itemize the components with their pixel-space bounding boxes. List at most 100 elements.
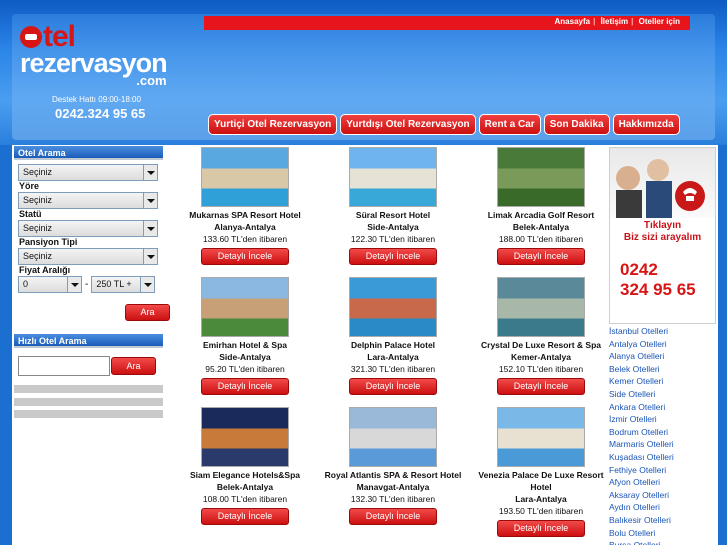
price-max-value: 250 TL + (96, 279, 132, 289)
hotel-photo[interactable] (201, 407, 289, 467)
price-max-select[interactable]: 250 TL + (91, 276, 156, 293)
city-link[interactable]: Antalya Otelleri (609, 338, 716, 351)
city-link[interactable]: İzmir Otelleri (609, 413, 716, 426)
call-center-image (610, 148, 715, 218)
details-button[interactable]: Detaylı İncele (497, 520, 585, 537)
nav-international-hotels[interactable]: Yurtdışı Otel Rezervasyon (340, 114, 476, 135)
city-link[interactable]: Bursa Otelleri (609, 539, 716, 545)
details-button[interactable]: Detaylı İncele (349, 378, 437, 395)
city-link[interactable]: Belek Otelleri (609, 363, 716, 376)
city-link[interactable]: Bodrum Otelleri (609, 426, 716, 439)
city-link[interactable]: Alanya Otelleri (609, 350, 716, 363)
hotel-location: Lara-Antalya (515, 494, 567, 504)
quick-search-button[interactable]: Ara (111, 357, 156, 375)
hotel-name[interactable]: Mukarnas SPA Resort Hotel (172, 209, 318, 221)
nav-last-minute[interactable]: Son Dakika (543, 114, 610, 135)
city-link[interactable]: Aksaray Otelleri (609, 489, 716, 502)
hotel-location: Belek-Antalya (512, 222, 570, 232)
hotel-price: 321.30 TL'den itibaren (350, 364, 436, 374)
city-link[interactable]: Ankara Otelleri (609, 401, 716, 414)
hotel-location: Kemer-Antalya (511, 352, 571, 362)
city-link[interactable]: İstanbul Otelleri (609, 325, 716, 338)
quick-search-input[interactable] (18, 356, 110, 376)
hotel-photo[interactable] (201, 277, 289, 337)
details-button[interactable]: Detaylı İncele (497, 248, 585, 265)
divider (14, 410, 163, 418)
hotel-photo[interactable] (497, 407, 585, 467)
hotel-location: Side-Antalya (367, 222, 419, 232)
top-nav-home[interactable]: Anasayfa (555, 17, 591, 26)
nav-about[interactable]: Hakkımızda (612, 114, 680, 135)
price-min-select[interactable]: 0 (18, 276, 82, 293)
city-link[interactable]: Kuşadası Otelleri (609, 451, 716, 464)
site-logo[interactable]: tel rezervasyon .com (20, 22, 168, 88)
logo-bed-icon (20, 26, 42, 48)
hotel-price: 132.30 TL'den itibaren (350, 494, 436, 504)
hotel-name[interactable]: Süral Resort Hotel (320, 209, 466, 221)
hotel-card: Venezia Palace De Luxe Resort Hotel Lara-… (468, 407, 614, 537)
details-button[interactable]: Detaylı İncele (201, 378, 289, 395)
nav-rent-a-car[interactable]: Rent a Car (478, 114, 541, 135)
separator: | (631, 17, 634, 26)
hotel-name[interactable]: Siam Elegance Hotels&Spa (172, 469, 318, 481)
main-nav: Yurtiçi Otel Rezervasyon Yurtdışı Otel R… (208, 114, 683, 135)
callback-banner[interactable]: Tıklayın Biz sizi arayalım 0242 324 95 6… (609, 147, 716, 324)
hotel-photo[interactable] (497, 147, 585, 207)
hotel-location: Manavgat-Antalya (356, 482, 430, 492)
city-link[interactable]: Kemer Otelleri (609, 375, 716, 388)
hotel-name[interactable]: Venezia Palace De Luxe Resort Hotel (468, 469, 614, 493)
board-type-label: Pansiyon Tipi (19, 237, 78, 247)
city-select[interactable]: Seçiniz (18, 164, 158, 181)
chevron-down-icon (143, 249, 157, 264)
hotel-card: Emirhan Hotel & Spa Side-Antalya 95.20 TL'… (172, 277, 318, 395)
hotel-name[interactable]: Limak Arcadia Golf Resort (468, 209, 614, 221)
city-link[interactable]: Bolu Otelleri (609, 527, 716, 540)
details-button[interactable]: Detaylı İncele (201, 508, 289, 525)
hotel-photo[interactable] (201, 147, 289, 207)
city-link[interactable]: Side Otelleri (609, 388, 716, 401)
details-button[interactable]: Detaylı İncele (349, 248, 437, 265)
city-link[interactable]: Aydın Otelleri (609, 501, 716, 514)
nav-domestic-hotels[interactable]: Yurtiçi Otel Rezervasyon (208, 114, 338, 135)
board-type-select[interactable]: Seçiniz (18, 248, 158, 265)
city-link[interactable]: Marmaris Otelleri (609, 438, 716, 451)
top-nav-hotels[interactable]: Oteller için (639, 17, 680, 26)
hotel-card: Royal Atlantis SPA & Resort Hotel Manavga… (320, 407, 466, 525)
callback-phone-line1: 0242 (620, 260, 658, 279)
support-hours: Destek Hattı 09:00-18:00 (52, 95, 141, 104)
details-button[interactable]: Detaylı İncele (349, 508, 437, 525)
callback-text-line2: Biz sizi arayalım (623, 232, 702, 243)
chevron-down-icon (143, 221, 157, 236)
region-select-value: Seçiniz (23, 195, 53, 205)
region-label: Yöre (19, 181, 40, 191)
divider (14, 398, 163, 406)
hotel-card: Mukarnas SPA Resort Hotel Alanya-Antalya 1… (172, 147, 318, 265)
hotel-card: Siam Elegance Hotels&Spa Belek-Antalya 108… (172, 407, 318, 525)
hotel-photo[interactable] (349, 277, 437, 337)
hotel-price: 108.00 TL'den itibaren (202, 494, 288, 504)
city-link[interactable]: Fethiye Otelleri (609, 464, 716, 477)
top-bar: Anasayfa | İletişim | Oteller için (204, 16, 690, 30)
hotel-name[interactable]: Delphin Palace Hotel (320, 339, 466, 351)
hotel-search-panel: Otel Arama Seçiniz Yöre Seçiniz Statü Se… (14, 146, 163, 293)
support-phone: 0242.324 95 65 (55, 106, 146, 121)
region-select[interactable]: Seçiniz (18, 192, 158, 209)
hotel-name[interactable]: Emirhan Hotel & Spa (172, 339, 318, 351)
details-button[interactable]: Detaylı İncele (497, 378, 585, 395)
city-link[interactable]: Afyon Otelleri (609, 476, 716, 489)
top-nav: Anasayfa | İletişim | Oteller için (552, 17, 680, 26)
status-select[interactable]: Seçiniz (18, 220, 158, 237)
phone-icon (616, 159, 705, 218)
details-button[interactable]: Detaylı İncele (201, 248, 289, 265)
city-link[interactable]: Balıkesir Otelleri (609, 514, 716, 527)
hotel-photo[interactable] (349, 147, 437, 207)
hotel-photo[interactable] (349, 407, 437, 467)
hotel-photo[interactable] (497, 277, 585, 337)
hotel-location: Side-Antalya (219, 352, 271, 362)
hotel-name[interactable]: Royal Atlantis SPA & Resort Hotel (320, 469, 466, 481)
hotel-location: Alanya-Antalya (214, 222, 276, 232)
top-nav-contact[interactable]: İletişim (601, 17, 629, 26)
board-type-select-value: Seçiniz (23, 251, 53, 261)
search-button[interactable]: Ara (125, 304, 170, 321)
hotel-name[interactable]: Crystal De Luxe Resort & Spa (468, 339, 614, 351)
